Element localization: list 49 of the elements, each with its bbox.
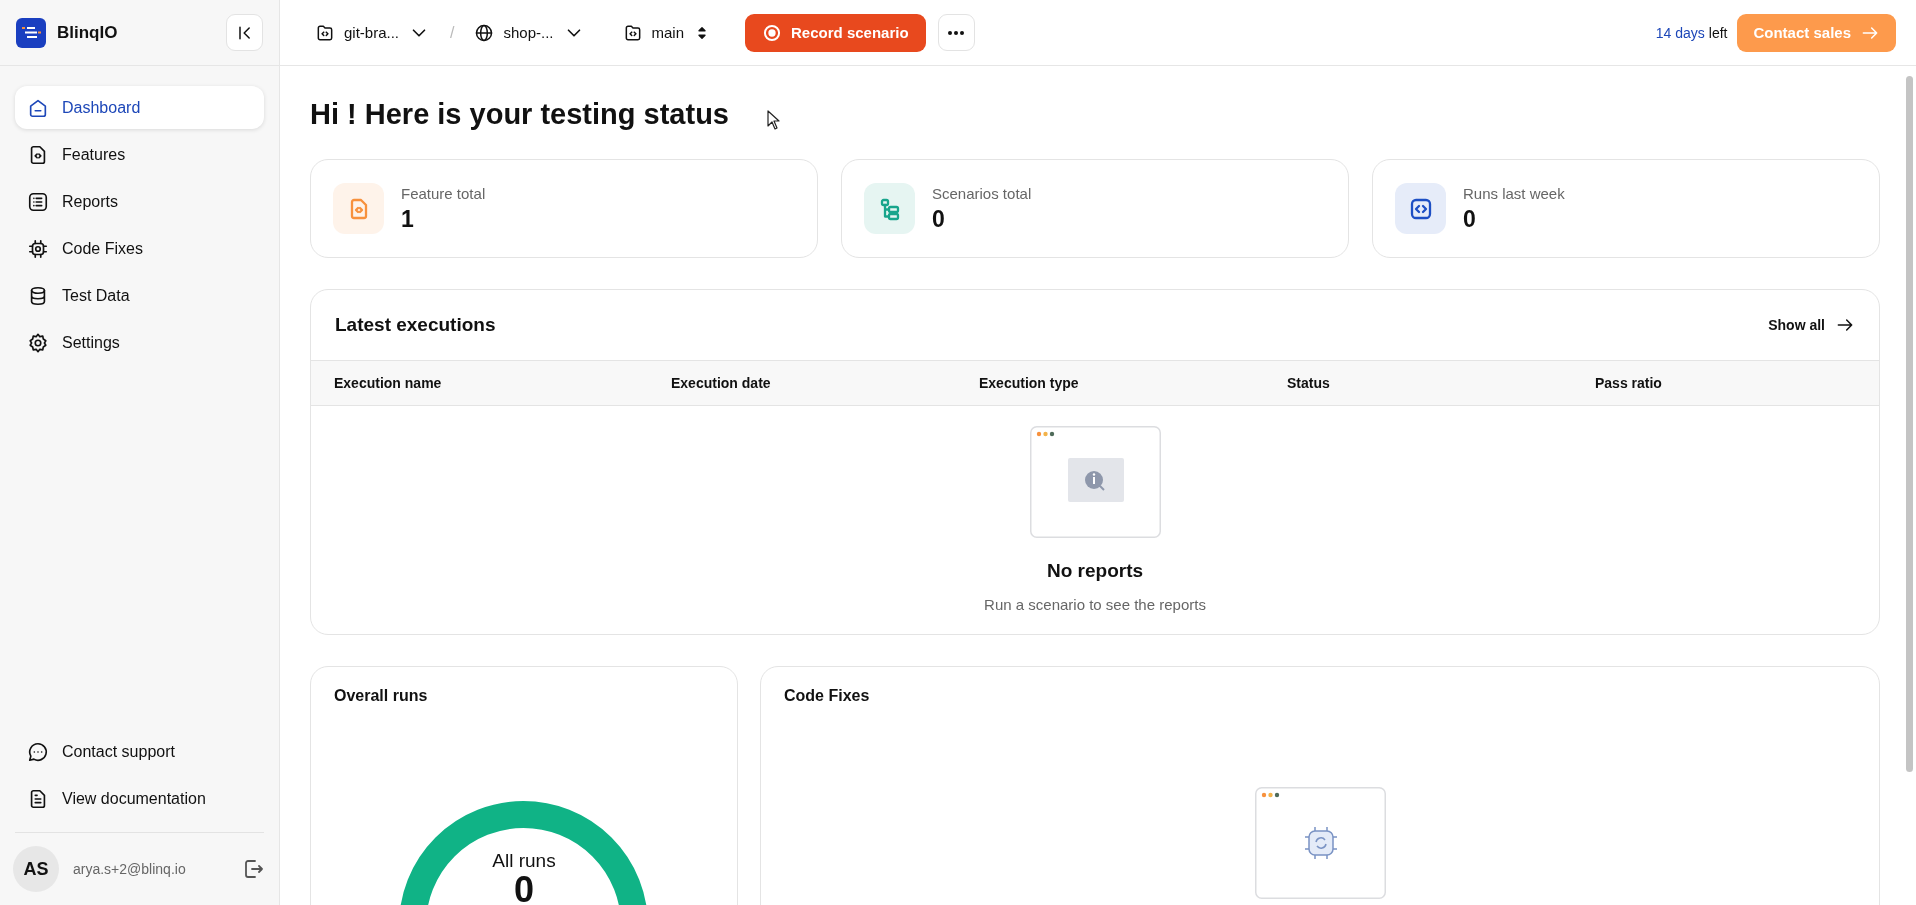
globe-icon xyxy=(474,22,495,43)
card-title: Overall runs xyxy=(334,687,428,705)
stat-label: Runs last week xyxy=(1463,184,1565,202)
path-separator: / xyxy=(450,23,455,42)
user-avatar: AS xyxy=(13,846,59,892)
settings-icon xyxy=(27,331,49,354)
scrollbar-thumb[interactable] xyxy=(1906,76,1913,772)
column-header: Pass ratio xyxy=(1595,375,1663,391)
project-selector[interactable]: git-bra... xyxy=(315,21,431,44)
sidebar-item[interactable]: Test Data xyxy=(15,274,264,317)
column-header: Status xyxy=(1287,375,1331,391)
sidebar-item[interactable]: Features xyxy=(15,133,264,176)
section-title: Latest executions xyxy=(335,314,496,336)
page-title: Hi ! Here is your testing status xyxy=(310,97,729,132)
user-email: arya.s+2@blinq.io xyxy=(73,861,187,877)
stat-value: 0 xyxy=(1463,205,1477,233)
sidebar-item[interactable]: Reports xyxy=(15,180,264,223)
chat-icon xyxy=(27,740,49,763)
brand-name: BlinqIO xyxy=(57,22,119,43)
card-title: Code Fixes xyxy=(783,686,871,705)
list-icon xyxy=(27,190,49,213)
collapse-button[interactable] xyxy=(226,14,263,51)
chip-icon xyxy=(27,237,49,260)
more-button[interactable] xyxy=(937,14,975,51)
branch-selector[interactable]: main xyxy=(622,22,712,43)
logo-icon xyxy=(16,17,46,48)
sidebar-item[interactable]: Settings xyxy=(15,321,264,364)
project-selector[interactable]: shop-... xyxy=(474,21,585,44)
chart-value: 0 xyxy=(514,872,534,905)
sidebar-item[interactable]: Dashboard xyxy=(15,86,264,129)
stat-label: Scenarios total xyxy=(932,184,1032,202)
record-button[interactable]: Record scenario xyxy=(745,13,926,52)
more-icon xyxy=(947,29,966,36)
show-all-link[interactable]: Show all xyxy=(1768,315,1855,335)
sidebar-item[interactable]: Code Fixes xyxy=(15,227,264,270)
column-header: Execution type xyxy=(979,375,1080,391)
empty-title: No reports xyxy=(1046,560,1144,582)
stat-value: 1 xyxy=(401,205,415,233)
chart-label: All runs xyxy=(492,850,556,872)
empty-message: Run a scenario to see the reports xyxy=(984,596,1206,613)
stat-label: Feature total xyxy=(401,184,486,202)
sidebar-link[interactable]: Contact support xyxy=(15,730,264,773)
trial-notice: 14 days left xyxy=(1655,24,1728,41)
record-icon xyxy=(762,22,783,43)
sidebar-link[interactable]: View documentation xyxy=(15,777,264,820)
cursor-icon xyxy=(767,110,781,130)
stat-value: 0 xyxy=(932,205,946,233)
column-header: Execution name xyxy=(334,375,443,391)
column-header: Execution date xyxy=(671,375,772,391)
